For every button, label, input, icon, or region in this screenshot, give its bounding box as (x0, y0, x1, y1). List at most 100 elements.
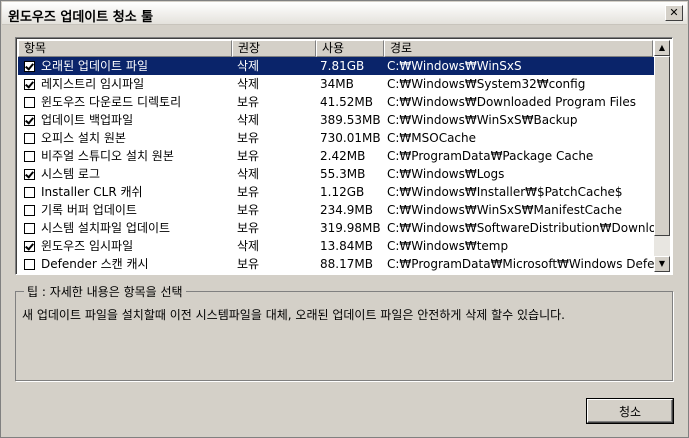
path-cell: C:₩Windows₩WinSxS₩ManifestCache (387, 203, 622, 217)
recommend-cell: 보유 (237, 257, 260, 271)
title-bar: 윈도우즈 업데이트 청소 툴 ✕ (2, 2, 687, 25)
table-row[interactable]: 업데이트 백업파일 삭제 389.53MB C:₩Windows₩WinSxS₩Bac… (18, 111, 655, 129)
item-checkbox[interactable] (24, 258, 35, 270)
list-header: 항목 권장 사용 경로 (18, 40, 653, 57)
column-header-item[interactable]: 항목 (18, 40, 232, 57)
scroll-thumb[interactable] (654, 56, 670, 236)
recommend-cell: 보유 (237, 221, 260, 235)
item-name: 윈도우즈 다운로드 디렉토리 (41, 95, 182, 109)
path-cell: C:₩Windows₩Logs (387, 167, 505, 181)
path-cell: C:₩MSOCache (387, 131, 477, 145)
recommend-cell: 삭제 (237, 59, 260, 73)
table-row[interactable]: 레지스트리 임시파일 삭제 34MB C:₩Windows₩System32₩conf… (18, 75, 655, 93)
size-cell: 1.12GB (320, 185, 365, 199)
close-button[interactable]: ✕ (665, 5, 683, 21)
item-cell: 윈도우즈 다운로드 디렉토리 (18, 93, 231, 111)
item-cell: 윈도우즈 임시파일 (18, 237, 231, 255)
path-cell: C:₩Windows₩WinSxS (387, 59, 522, 73)
item-checkbox[interactable] (24, 186, 35, 198)
item-name: 업데이트 백업파일 (41, 113, 134, 127)
item-cell: 비주얼 스튜디오 설치 원본 (18, 147, 231, 165)
item-checkbox[interactable] (24, 222, 35, 234)
size-cell: 389.53MB (320, 113, 381, 127)
size-cell: 41.52MB (320, 95, 373, 109)
window-title: 윈도우즈 업데이트 청소 툴 (8, 10, 154, 25)
path-cell: C:₩Windows₩System32₩config (387, 77, 586, 91)
size-cell: 319.98MB (320, 221, 381, 235)
column-header-path[interactable]: 경로 (384, 40, 653, 57)
item-name: 시스템 설치파일 업데이트 (41, 221, 171, 235)
item-cell: 레지스트리 임시파일 (18, 75, 231, 93)
table-row[interactable]: 윈도우즈 임시파일 삭제 13.84MB C:₩Windows₩temp (18, 237, 655, 255)
table-row[interactable]: 시스템 설치파일 업데이트 보유 319.98MB C:₩Windows₩Softwa… (18, 219, 655, 237)
size-cell: 13.84MB (320, 239, 373, 253)
item-cell: 업데이트 백업파일 (18, 111, 231, 129)
table-row[interactable]: Defender 스캔 캐시 보유 88.17MB C:₩ProgramData₩Mi… (18, 255, 655, 273)
item-name: Installer CLR 캐쉬 (41, 185, 143, 199)
path-cell: C:₩ProgramData₩Microsoft₩Windows Defe... (387, 257, 655, 271)
item-checkbox[interactable] (24, 60, 35, 72)
item-checkbox[interactable] (24, 204, 35, 216)
size-cell: 55.3MB (320, 167, 366, 181)
recommend-cell: 보유 (237, 131, 260, 145)
path-cell: C:₩ProgramData₩Package Cache (387, 149, 594, 163)
recommend-cell: 삭제 (237, 239, 260, 253)
path-cell: C:₩Windows₩Installer₩$PatchCache$ (387, 185, 623, 199)
item-name: 레지스트리 임시파일 (41, 77, 145, 91)
recommend-cell: 보유 (237, 149, 260, 163)
recommend-cell: 보유 (237, 203, 260, 217)
table-row[interactable]: 시스템 로그 삭제 55.3MB C:₩Windows₩Logs (18, 165, 655, 183)
size-cell: 730.01MB (320, 131, 381, 145)
close-icon: ✕ (669, 6, 679, 19)
size-cell: 88.17MB (320, 257, 373, 271)
table-row[interactable]: 오피스 설치 원본 보유 730.01MB C:₩MSOCache (18, 129, 655, 147)
item-name: 오피스 설치 원본 (41, 131, 126, 145)
size-cell: 34MB (320, 77, 354, 91)
vertical-scrollbar[interactable]: ▲ ▼ (654, 40, 670, 272)
list-rows: 오래된 업데이트 파일 삭제 7.81GB C:₩Windows₩WinSxS 레지스트… (18, 57, 655, 273)
item-checkbox[interactable] (24, 114, 35, 126)
column-header-size[interactable]: 사용 (316, 40, 384, 57)
item-name: 기록 버퍼 업데이트 (41, 203, 137, 217)
item-cell: 시스템 로그 (18, 165, 231, 183)
path-cell: C:₩Windows₩SoftwareDistribution₩Download (387, 221, 655, 235)
table-row[interactable]: 윈도우즈 다운로드 디렉토리 보유 41.52MB C:₩Windows₩Downlo… (18, 93, 655, 111)
item-name: Defender 스캔 캐시 (41, 257, 149, 271)
size-cell: 234.9MB (320, 203, 373, 217)
item-cell: 기록 버퍼 업데이트 (18, 201, 231, 219)
app-window: 윈도우즈 업데이트 청소 툴 ✕ 항목 권장 사용 경로 오래된 업데이트 파일… (0, 0, 689, 438)
item-checkbox[interactable] (24, 240, 35, 252)
item-checkbox[interactable] (24, 150, 35, 162)
table-row[interactable]: 비주얼 스튜디오 설치 원본 보유 2.42MB C:₩ProgramData₩Pac… (18, 147, 655, 165)
item-cell: Installer CLR 캐쉬 (18, 183, 231, 201)
item-name: 윈도우즈 임시파일 (41, 239, 134, 253)
item-checkbox[interactable] (24, 96, 35, 108)
column-header-recommend[interactable]: 권장 (232, 40, 316, 57)
item-cell: Defender 스캔 캐시 (18, 255, 231, 273)
scroll-up-button[interactable]: ▲ (654, 40, 670, 56)
table-row[interactable]: 기록 버퍼 업데이트 보유 234.9MB C:₩Windows₩WinSxS₩Man… (18, 201, 655, 219)
path-cell: C:₩Windows₩WinSxS₩Backup (387, 113, 578, 127)
item-cell: 오래된 업데이트 파일 (18, 57, 231, 75)
table-row[interactable]: Installer CLR 캐쉬 보유 1.12GB C:₩Windows₩Insta… (18, 183, 655, 201)
recommend-cell: 보유 (237, 185, 260, 199)
scroll-down-button[interactable]: ▼ (654, 256, 670, 272)
item-name: 시스템 로그 (41, 167, 101, 181)
recommend-cell: 삭제 (237, 113, 260, 127)
item-checkbox[interactable] (24, 168, 35, 180)
item-checkbox[interactable] (24, 78, 35, 90)
tip-group: 팁 : 자세한 내용은 항목을 선택 새 업데이트 파일을 설치할때 이전 시스… (15, 283, 673, 381)
arrow-up-icon: ▲ (658, 43, 666, 52)
recommend-cell: 삭제 (237, 167, 260, 181)
recommend-cell: 삭제 (237, 77, 260, 91)
item-name: 비주얼 스튜디오 설치 원본 (41, 149, 174, 163)
item-checkbox[interactable] (24, 132, 35, 144)
clean-button[interactable]: 청소 (587, 399, 673, 423)
recommend-cell: 보유 (237, 95, 260, 109)
table-row[interactable]: 오래된 업데이트 파일 삭제 7.81GB C:₩Windows₩WinSxS (18, 57, 655, 75)
item-name: 오래된 업데이트 파일 (41, 57, 148, 75)
path-cell: C:₩Windows₩Downloaded Program Files (387, 95, 636, 109)
cleanup-list: 항목 권장 사용 경로 오래된 업데이트 파일 삭제 7.81GB C:₩Window… (15, 37, 673, 275)
path-cell: C:₩Windows₩temp (387, 239, 509, 253)
tip-text: 새 업데이트 파일을 설치할때 이전 시스템파일을 대체, 오래된 업데이트 파… (22, 308, 565, 322)
